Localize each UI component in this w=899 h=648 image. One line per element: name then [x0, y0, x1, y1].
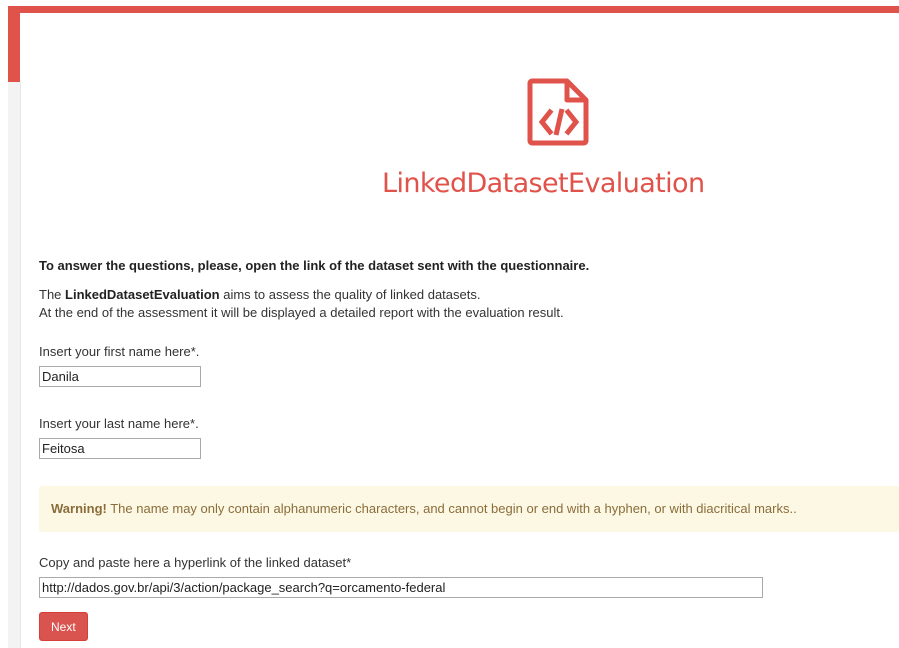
last-name-label: Insert your last name here*. — [39, 416, 199, 431]
left-border — [8, 82, 21, 648]
intro-prefix: The — [39, 287, 66, 302]
app-title: LinkedDatasetEvaluation — [382, 168, 705, 199]
first-name-group: Insert your first name here*. — [39, 344, 201, 387]
side-accent-block — [8, 6, 20, 82]
first-name-input[interactable] — [39, 366, 201, 387]
last-name-input[interactable] — [39, 438, 201, 459]
file-code-icon — [527, 78, 589, 146]
intro-text: The LinkedDatasetEvaluation aims to asse… — [39, 286, 899, 322]
page: LinkedDatasetEvaluation To answer the qu… — [0, 0, 899, 648]
last-name-group: Insert your last name here*. — [39, 416, 201, 459]
dataset-link-group: Copy and paste here a hyperlink of the l… — [39, 555, 763, 598]
instruction-text: To answer the questions, please, open th… — [39, 258, 590, 273]
name-warning-alert: Warning! The name may only contain alpha… — [39, 486, 899, 532]
first-name-label: Insert your first name here*. — [39, 344, 200, 359]
warning-label: Warning! — [51, 501, 107, 516]
intro-suffix: aims to assess the quality of linked dat… — [219, 287, 481, 302]
form-content: To answer the questions, please, open th… — [39, 258, 899, 641]
intro-line2: At the end of the assessment it will be … — [39, 305, 564, 320]
next-button[interactable]: Next — [39, 612, 88, 641]
intro-app-name: LinkedDatasetEvaluation — [65, 287, 220, 302]
dataset-link-label: Copy and paste here a hyperlink of the l… — [39, 555, 352, 570]
dataset-link-input[interactable] — [39, 577, 763, 598]
top-accent-bar — [8, 6, 899, 13]
warning-text: The name may only contain alphanumeric c… — [106, 501, 797, 516]
